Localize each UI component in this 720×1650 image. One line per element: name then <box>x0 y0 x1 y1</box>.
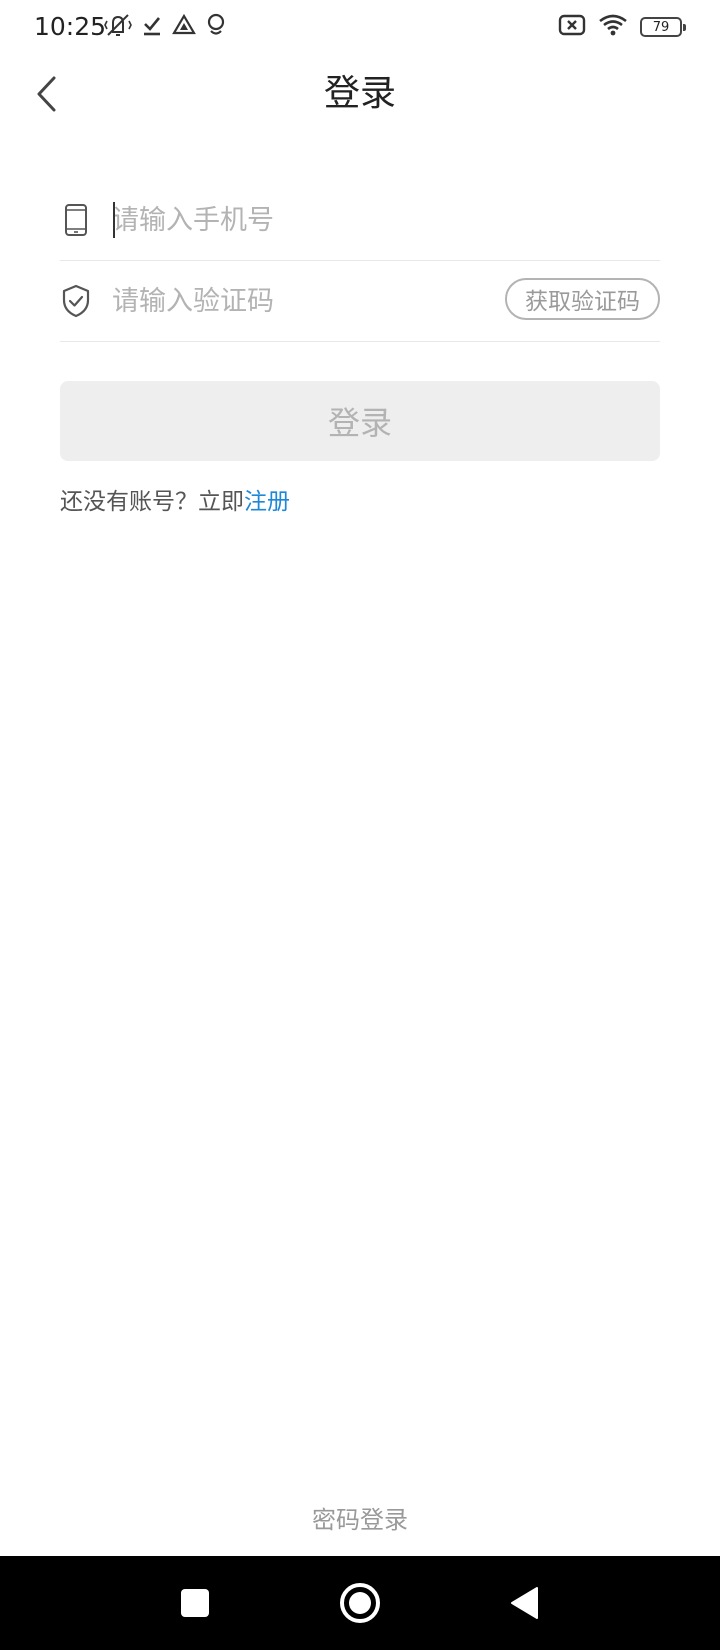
register-line: 还没有账号？立即注册 <box>60 482 290 516</box>
system-nav-bar <box>0 1556 720 1650</box>
wifi-icon <box>598 13 628 41</box>
text-caret <box>113 202 115 238</box>
location-icon <box>206 13 226 41</box>
phone-input[interactable] <box>112 200 660 240</box>
register-link[interactable]: 注册 <box>244 489 290 515</box>
code-row: 获取验证码 <box>60 261 660 342</box>
register-prompt: 还没有账号？立即 <box>60 489 244 515</box>
password-login-link[interactable]: 密码登录 <box>0 1500 720 1535</box>
status-left-icons <box>104 12 226 42</box>
shield-check-icon <box>60 283 92 319</box>
battery-icon: 79 <box>640 17 686 37</box>
phone-row <box>60 180 660 261</box>
status-time: 10:25 <box>34 12 107 41</box>
square-icon <box>181 1589 209 1617</box>
circle-icon <box>340 1583 380 1623</box>
login-form: 获取验证码 <box>60 180 660 342</box>
nav-header: 登录 <box>0 54 720 134</box>
verification-code-input[interactable] <box>112 281 505 321</box>
status-right-icons: 79 <box>558 13 686 41</box>
get-code-button[interactable]: 获取验证码 <box>505 278 660 320</box>
status-bar: 10:25 79 <box>0 0 720 54</box>
back-nav-button[interactable] <box>500 1556 550 1650</box>
phone-input-wrap <box>112 200 660 240</box>
page-title: 登录 <box>323 73 396 114</box>
triangle-back-icon <box>511 1587 538 1619</box>
mute-vibrate-icon <box>104 12 132 42</box>
no-sim-icon <box>558 14 586 40</box>
drive-icon <box>172 13 196 40</box>
phone-icon <box>60 202 92 238</box>
home-button[interactable] <box>335 1556 385 1650</box>
recents-button[interactable] <box>170 1556 220 1650</box>
download-done-icon <box>142 13 162 41</box>
login-button[interactable]: 登录 <box>60 381 660 461</box>
battery-level: 79 <box>652 19 670 35</box>
